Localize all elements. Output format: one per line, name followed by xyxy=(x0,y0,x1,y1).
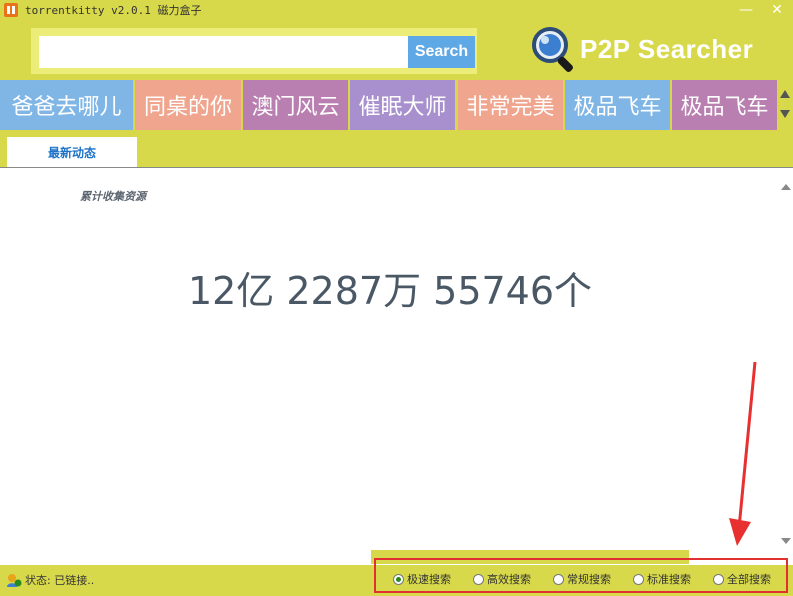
scroll-down-icon[interactable] xyxy=(780,110,790,118)
hot-tab-label: 非常完美 xyxy=(466,95,555,120)
radio-icon[interactable] xyxy=(633,573,644,585)
window-title: torrentkitty v2.0.1 磁力盒子 xyxy=(25,4,202,17)
hot-tab-label: 催眠大师 xyxy=(358,95,447,120)
scroll-up-icon[interactable] xyxy=(781,184,791,190)
hot-tabs-scroller[interactable] xyxy=(778,80,793,130)
title-bar: torrentkitty v2.0.1 磁力盒子 — ✕ xyxy=(0,0,793,20)
hot-tab[interactable]: 爸爸去哪儿 xyxy=(0,80,133,130)
hot-tab[interactable]: 催眠大师 xyxy=(350,80,455,130)
mode-label: 全部搜索 xyxy=(727,573,771,586)
resource-count: 12亿 2287万 55746个 xyxy=(187,269,593,313)
collect-label: 累计收集资源 xyxy=(80,190,146,203)
hot-tab-label: 爸爸去哪儿 xyxy=(11,95,122,120)
mode-option[interactable]: 常规搜索 xyxy=(553,571,611,587)
status-text: 状态: 已链接.. xyxy=(25,574,95,587)
scroll-down-icon[interactable] xyxy=(781,538,791,544)
scroll-up-icon[interactable] xyxy=(780,90,790,98)
annotation-arrow-icon xyxy=(729,361,757,546)
search-area: Search xyxy=(31,28,477,74)
mode-option[interactable]: 高效搜索 xyxy=(473,571,531,587)
hot-tab-label: 极品飞车 xyxy=(680,95,769,120)
status-bar: 状态: 已链接.. 极速搜索 高效搜索 常规搜索 标准搜索 全部搜索 xyxy=(0,558,793,596)
connection-icon xyxy=(7,574,22,587)
hot-tab-label: 澳门风云 xyxy=(251,95,340,120)
content-panel: 累计收集资源 12亿 2287万 55746个 xyxy=(0,167,793,566)
mode-label: 标准搜索 xyxy=(647,573,691,586)
hot-tab-label: 同桌的你 xyxy=(143,95,232,120)
hot-tab[interactable]: 澳门风云 xyxy=(243,80,348,130)
search-button[interactable]: Search xyxy=(408,36,475,68)
hot-tab[interactable]: 同桌的你 xyxy=(135,80,241,130)
hot-tab[interactable]: 极品飞车 xyxy=(672,80,777,130)
mode-option[interactable]: 极速搜索 xyxy=(393,571,451,587)
logo-text: P2P Searcher xyxy=(580,34,754,64)
search-input[interactable] xyxy=(39,36,408,68)
radio-icon[interactable] xyxy=(553,573,564,585)
search-mode-group: 极速搜索 高效搜索 常规搜索 标准搜索 全部搜索 xyxy=(374,558,788,593)
radio-checked-icon[interactable] xyxy=(393,573,404,585)
hot-tab[interactable]: 极品飞车 xyxy=(565,80,670,130)
mode-label: 高效搜索 xyxy=(487,573,531,586)
radio-icon[interactable] xyxy=(473,573,484,585)
hot-tab[interactable]: 非常完美 xyxy=(458,80,563,130)
minimize-button[interactable]: — xyxy=(735,1,757,19)
mode-label: 极速搜索 xyxy=(407,573,451,586)
magnifier-icon xyxy=(532,27,573,72)
hot-tab-label: 极品飞车 xyxy=(573,95,662,120)
mode-option[interactable]: 标准搜索 xyxy=(633,571,691,587)
radio-icon[interactable] xyxy=(713,573,724,585)
app-icon xyxy=(4,3,18,17)
mode-label: 常规搜索 xyxy=(567,573,611,586)
vertical-scrollbar[interactable] xyxy=(778,168,793,566)
close-button[interactable]: ✕ xyxy=(766,1,788,19)
hot-tabs: 爸爸去哪儿 同桌的你 澳门风云 催眠大师 非常完美 极品飞车 极品飞车 xyxy=(0,80,793,130)
mode-option[interactable]: 全部搜索 xyxy=(713,571,771,587)
tab-latest[interactable]: 最新动态 xyxy=(7,137,137,167)
